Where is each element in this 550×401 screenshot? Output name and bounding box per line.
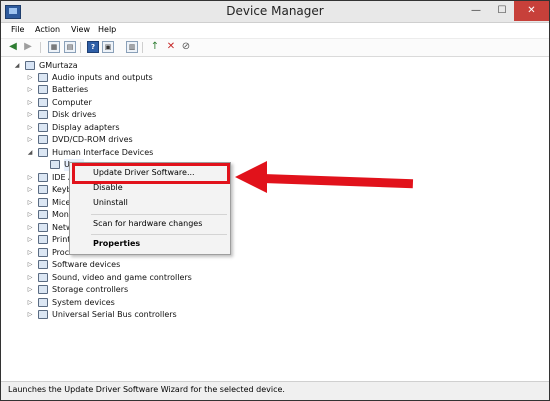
tree-item-display-adapters[interactable]: ▷ Display adapters xyxy=(2,122,202,134)
tree-item-software-devices[interactable]: ▷ Software devices xyxy=(2,259,202,271)
expand-icon[interactable]: ▷ xyxy=(26,298,34,308)
expand-icon[interactable]: ▷ xyxy=(26,223,34,233)
tree-item-usb[interactable]: ▷ Universal Serial Bus controllers xyxy=(2,309,202,321)
tree-item-batteries[interactable]: ▷ Batteries xyxy=(2,84,202,96)
tree-item-label: Display adapters xyxy=(52,123,120,132)
update-driver-icon[interactable]: ↑ xyxy=(149,41,161,53)
collapse-icon[interactable]: ◢ xyxy=(26,148,34,158)
expand-icon[interactable]: ▷ xyxy=(26,85,34,95)
keyboard-icon xyxy=(38,185,48,194)
menu-bar: File Action View Help xyxy=(1,23,549,39)
menu-item-scan-hardware[interactable]: Scan for hardware changes xyxy=(93,218,202,230)
menu-help[interactable]: Help xyxy=(98,25,116,34)
tree-item-label: Sound, video and game controllers xyxy=(52,273,192,282)
forward-arrow-icon[interactable]: ▶ xyxy=(22,41,34,53)
toolbar-separator xyxy=(40,42,41,53)
tree-item-label: Storage controllers xyxy=(52,285,129,294)
network-adapter-icon xyxy=(38,223,48,232)
minimize-button[interactable]: — xyxy=(463,1,489,21)
battery-icon xyxy=(38,85,48,94)
system-device-icon xyxy=(38,298,48,307)
computer-icon xyxy=(25,61,35,70)
computer-icon xyxy=(38,98,48,107)
tree-item-label: Human Interface Devices xyxy=(52,148,154,157)
expand-icon[interactable]: ▷ xyxy=(26,135,34,145)
expand-icon[interactable]: ▷ xyxy=(26,98,34,108)
title-bar: Device Manager — ☐ ✕ xyxy=(1,1,549,23)
disk-drive-icon xyxy=(38,110,48,119)
tree-item-sound[interactable]: ▷ Sound, video and game controllers xyxy=(2,272,202,284)
tree-item-label: Audio inputs and outputs xyxy=(52,73,153,82)
software-device-icon xyxy=(38,260,48,269)
expand-icon[interactable]: ▷ xyxy=(26,123,34,133)
back-arrow-icon[interactable]: ◀ xyxy=(7,41,19,53)
tree-item-hid[interactable]: ◢ Human Interface Devices xyxy=(2,147,202,159)
show-hide-console-tree-icon[interactable]: ▤ xyxy=(64,41,76,53)
toolbar-separator xyxy=(142,42,143,53)
maximize-button[interactable]: ☐ xyxy=(489,1,515,21)
menu-item-uninstall[interactable]: Uninstall xyxy=(93,197,128,209)
status-text: Launches the Update Driver Software Wiza… xyxy=(8,385,285,394)
annotation-highlight-box xyxy=(72,163,230,184)
device-manager-window: Device Manager — ☐ ✕ File Action View He… xyxy=(0,0,550,401)
menu-file[interactable]: File xyxy=(11,25,24,34)
menu-view[interactable]: View xyxy=(71,25,90,34)
close-button[interactable]: ✕ xyxy=(514,1,549,21)
menu-item-properties[interactable]: Properties xyxy=(93,238,140,250)
expand-icon[interactable]: ▷ xyxy=(26,310,34,320)
ide-controller-icon xyxy=(38,173,48,182)
hid-icon xyxy=(38,148,48,157)
mouse-icon xyxy=(38,198,48,207)
tree-item-dvd[interactable]: ▷ DVD/CD-ROM drives xyxy=(2,134,202,146)
tree-item-label: Software devices xyxy=(52,260,121,269)
monitor-icon xyxy=(38,123,48,132)
optical-drive-icon xyxy=(38,135,48,144)
tree-root-label: GMurtaza xyxy=(39,61,78,70)
tree-item-disk-drives[interactable]: ▷ Disk drives xyxy=(2,109,202,121)
toolbar-separator xyxy=(80,42,81,53)
tree-item-label: DVD/CD-ROM drives xyxy=(52,135,133,144)
expand-icon[interactable]: ▷ xyxy=(26,210,34,220)
expand-icon[interactable]: ▷ xyxy=(26,185,34,195)
uninstall-icon[interactable]: ✕ xyxy=(165,41,177,53)
expand-icon[interactable]: ▷ xyxy=(26,235,34,245)
collapse-icon[interactable]: ◢ xyxy=(13,61,21,71)
expand-icon[interactable]: ▷ xyxy=(26,110,34,120)
tree-item-storage[interactable]: ▷ Storage controllers xyxy=(2,284,202,296)
context-menu-separator xyxy=(91,214,227,215)
toolbar: ◀ ▶ ▦ ▤ ? ▣ ▥ ↑ ✕ ⊘ xyxy=(1,39,549,57)
tree-item-label: Disk drives xyxy=(52,110,97,119)
storage-controller-icon xyxy=(38,285,48,294)
speaker-icon xyxy=(38,73,48,82)
scan-hardware-icon[interactable]: ▥ xyxy=(126,41,138,53)
tree-item-label: Batteries xyxy=(52,85,89,94)
expand-icon[interactable]: ▷ xyxy=(26,73,34,83)
speaker-icon xyxy=(38,273,48,282)
status-bar: Launches the Update Driver Software Wiza… xyxy=(1,381,549,400)
printer-icon xyxy=(38,235,48,244)
help-icon[interactable]: ? xyxy=(87,41,99,53)
expand-icon[interactable]: ▷ xyxy=(26,260,34,270)
expand-icon[interactable]: ▷ xyxy=(26,248,34,258)
tree-item-computer[interactable]: ▷ Computer xyxy=(2,97,202,109)
expand-icon[interactable]: ▷ xyxy=(26,285,34,295)
tree-root[interactable]: ◢ GMurtaza xyxy=(2,60,202,72)
hid-device-icon xyxy=(50,160,60,169)
disable-device-icon[interactable]: ⊘ xyxy=(180,41,192,53)
expand-icon[interactable]: ▷ xyxy=(26,273,34,283)
expand-icon[interactable]: ▷ xyxy=(26,173,34,183)
tree-item-audio[interactable]: ▷ Audio inputs and outputs xyxy=(2,72,202,84)
expand-icon[interactable]: ▷ xyxy=(26,198,34,208)
tree-item-label: Universal Serial Bus controllers xyxy=(52,310,177,319)
monitor-icon xyxy=(38,210,48,219)
properties-icon[interactable]: ▦ xyxy=(48,41,60,53)
view-icon[interactable]: ▣ xyxy=(102,41,114,53)
processor-icon xyxy=(38,248,48,257)
tree-item-label: Computer xyxy=(52,98,92,107)
context-menu-separator xyxy=(91,234,227,235)
tree-item-label: System devices xyxy=(52,298,115,307)
tree-item-system-devices[interactable]: ▷ System devices xyxy=(2,297,202,309)
menu-action[interactable]: Action xyxy=(35,25,60,34)
usb-icon xyxy=(38,310,48,319)
